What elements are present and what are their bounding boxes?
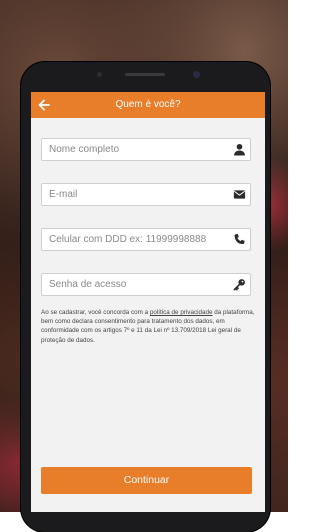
- password-input[interactable]: [42, 274, 229, 295]
- sensor: [97, 72, 102, 77]
- phone-icon: [234, 233, 245, 245]
- phone-input[interactable]: [42, 229, 229, 250]
- password-field[interactable]: [41, 273, 251, 296]
- front-camera: [193, 71, 200, 78]
- envelope-icon: [233, 190, 246, 199]
- privacy-policy-link[interactable]: política de privacidade: [150, 309, 213, 316]
- email-field[interactable]: [41, 183, 251, 206]
- key-icon: [233, 279, 245, 291]
- name-input[interactable]: [42, 139, 229, 160]
- earpiece-speaker: [125, 73, 165, 76]
- legal-notice: Ao se cadastrar, você concorda com a pol…: [41, 308, 255, 345]
- app-bar: Quem é você?: [31, 92, 265, 118]
- page-title: Quem é você?: [115, 99, 181, 110]
- name-field[interactable]: [41, 138, 251, 161]
- email-input[interactable]: [42, 184, 229, 205]
- phone-field[interactable]: [41, 228, 251, 251]
- user-icon: [234, 143, 245, 156]
- continue-button[interactable]: Continuar: [41, 467, 252, 494]
- legal-text-start: Ao se cadastrar, você concorda com a: [41, 309, 150, 316]
- signup-screen: Quem é você? Ao se cadastrar, você conco…: [31, 92, 265, 512]
